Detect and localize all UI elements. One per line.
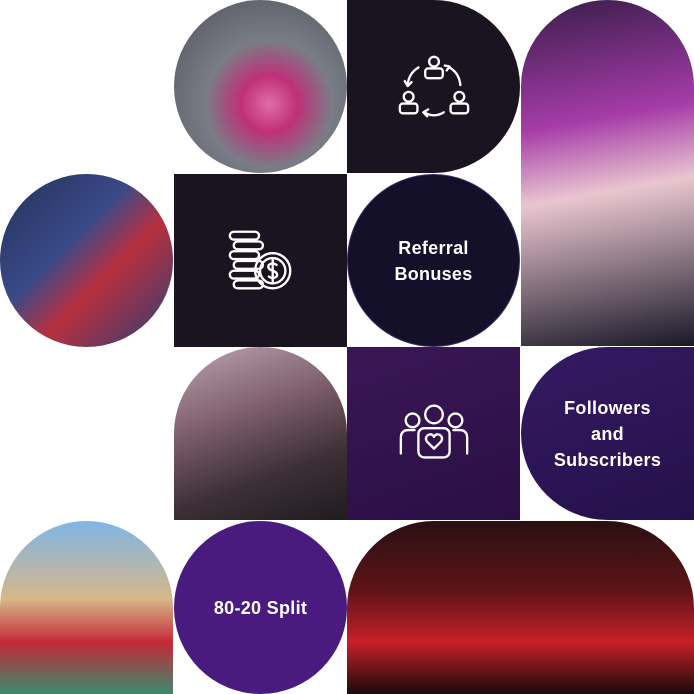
model-photo-red-lingerie bbox=[0, 174, 173, 347]
followers-label-line3: Subscribers bbox=[553, 449, 662, 470]
model-photo-bedroom bbox=[174, 347, 347, 520]
promo-tile-grid: Referral Bonuses Followers and Subscribe… bbox=[0, 0, 694, 694]
referral-label-line2: Bonuses bbox=[394, 263, 473, 284]
referral-label-line1: Referral bbox=[398, 237, 469, 258]
followers-subscribers-tile: Followers and Subscribers bbox=[521, 347, 694, 520]
model-photo-red-room bbox=[347, 521, 694, 694]
referral-cycle-icon bbox=[398, 55, 469, 117]
model-photo-pink-lingerie bbox=[174, 0, 347, 173]
split-circle: 80-20 Split bbox=[174, 521, 347, 694]
model-photo-neon bbox=[521, 0, 694, 346]
coins-icon-tile bbox=[174, 174, 347, 347]
coins-dollar-icon bbox=[228, 230, 291, 289]
split-label: 80-20 Split bbox=[213, 597, 308, 618]
followers-label-line2: and bbox=[591, 423, 624, 444]
model-photo-pool bbox=[0, 521, 173, 694]
referral-icon-tile bbox=[347, 0, 520, 173]
followers-icon-tile bbox=[347, 347, 520, 520]
referral-bonuses-circle: Referral Bonuses bbox=[347, 174, 520, 347]
referral-bonuses-label: Referral Bonuses bbox=[394, 235, 472, 287]
followers-subscribers-label: Followers and Subscribers bbox=[554, 395, 661, 473]
followers-heart-icon bbox=[399, 404, 468, 459]
followers-label-line1: Followers bbox=[564, 397, 651, 418]
